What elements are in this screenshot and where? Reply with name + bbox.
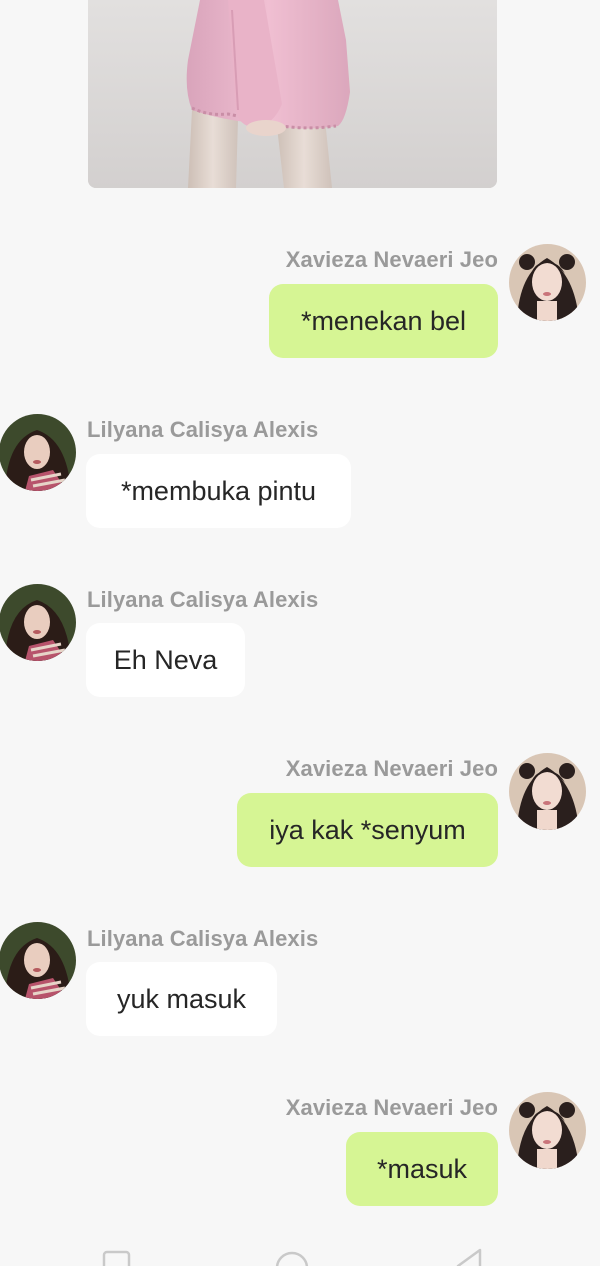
message-bubble[interactable]: Eh Neva xyxy=(86,623,245,697)
message-bubble[interactable]: iya kak *senyum xyxy=(237,793,498,867)
avatar-xavieza-icon[interactable] xyxy=(509,1092,586,1169)
sender-name: Lilyana Calisya Alexis xyxy=(87,926,319,951)
sender-name: Xavieza Nevaeri Jeo xyxy=(285,1095,498,1120)
avatar-lilyana-icon[interactable] xyxy=(0,922,76,999)
recent-apps-icon[interactable] xyxy=(102,1246,132,1266)
message-bubble[interactable]: *masuk xyxy=(346,1132,498,1206)
shared-photo[interactable] xyxy=(88,0,497,188)
sender-name: Xavieza Nevaeri Jeo xyxy=(285,247,498,272)
shared-photo-image xyxy=(88,0,497,188)
avatar-xavieza-icon[interactable] xyxy=(509,244,586,321)
sender-name: Xavieza Nevaeri Jeo xyxy=(285,756,498,781)
avatar-lilyana-icon[interactable] xyxy=(0,414,76,491)
message-bubble[interactable]: yuk masuk xyxy=(86,962,277,1036)
home-icon[interactable] xyxy=(274,1246,310,1266)
message-bubble[interactable]: *membuka pintu xyxy=(86,454,351,528)
sender-name: Lilyana Calisya Alexis xyxy=(87,587,319,612)
avatar-xavieza-icon[interactable] xyxy=(509,753,586,830)
sender-name: Lilyana Calisya Alexis xyxy=(87,417,319,442)
message-bubble[interactable]: *menekan bel xyxy=(269,284,498,358)
avatar-lilyana-icon[interactable] xyxy=(0,584,76,661)
back-icon[interactable] xyxy=(452,1246,484,1266)
